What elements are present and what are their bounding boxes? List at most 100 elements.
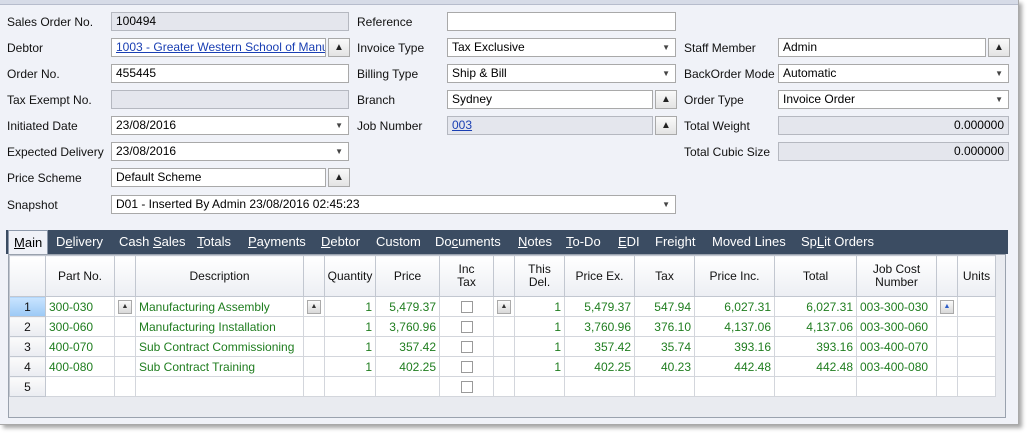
col-tax[interactable]: Tax — [634, 255, 695, 297]
tab-edi[interactable]: EDI — [618, 230, 640, 254]
tab-moved-lines[interactable]: Moved Lines — [712, 230, 786, 254]
inc-tax-checkbox[interactable] — [460, 381, 473, 394]
tab-totals[interactable]: Totals — [197, 230, 231, 254]
table-row[interactable]: 3 400-070 Sub Contract Commissioning 1 3… — [9, 336, 996, 357]
units-cell[interactable] — [957, 296, 996, 317]
staff-member-lookup-button[interactable]: ▲ — [988, 38, 1010, 57]
description-lookup-cell[interactable] — [303, 356, 325, 377]
quantity-cell[interactable] — [324, 376, 376, 397]
tab-payments[interactable]: Payments — [248, 230, 306, 254]
inc-tax-cell[interactable] — [439, 296, 494, 317]
quantity-cell[interactable]: 1 — [324, 296, 376, 317]
units-cell[interactable] — [957, 376, 996, 397]
description-lookup-cell[interactable] — [303, 316, 325, 337]
backorder-mode-select[interactable]: Automatic ▼ — [778, 64, 1009, 83]
billing-type-select[interactable]: Ship & Bill ▼ — [447, 64, 676, 83]
this-del-cell[interactable] — [514, 376, 565, 397]
job-cost-number-cell[interactable] — [856, 376, 937, 397]
invoice-type-select[interactable]: Tax Exclusive ▼ — [447, 38, 676, 57]
total-cell[interactable]: 4,137.06 — [774, 316, 857, 337]
inc-tax-checkbox[interactable] — [460, 341, 473, 354]
part-lookup-cell[interactable] — [114, 376, 136, 397]
total-cell[interactable] — [774, 376, 857, 397]
tab-documents[interactable]: Documents — [435, 230, 501, 254]
snapshot-select[interactable]: D01 - Inserted By Admin 23/08/2016 02:45… — [111, 195, 676, 214]
col-description[interactable]: Description — [135, 255, 304, 297]
job-lookup-cell[interactable] — [936, 376, 958, 397]
row-number[interactable]: 2 — [9, 316, 46, 337]
units-cell[interactable] — [957, 316, 996, 337]
part-lookup-cell[interactable] — [114, 336, 136, 357]
row-number[interactable]: 1 — [9, 296, 46, 317]
price-inc-cell[interactable]: 6,027.31 — [694, 296, 775, 317]
expected-delivery-picker[interactable]: 23/08/2016 ▼ — [111, 142, 349, 161]
tab-split-orders[interactable]: SpLit Orders — [801, 230, 874, 254]
job-cost-number-cell[interactable]: 003-400-080 — [856, 356, 937, 377]
price-ex-cell[interactable]: 3,760.96 — [564, 316, 635, 337]
inc-tax-cell[interactable] — [439, 356, 494, 377]
price-scheme-lookup-button[interactable]: ▲ — [328, 168, 350, 187]
units-cell[interactable] — [957, 336, 996, 357]
staff-member-field[interactable]: Admin — [778, 38, 986, 57]
col-price-inc[interactable]: Price Inc. — [694, 255, 775, 297]
order-type-select[interactable]: Invoice Order ▼ — [778, 90, 1009, 109]
this-del-lookup-cell[interactable] — [493, 376, 515, 397]
price-inc-cell[interactable]: 442.48 — [694, 356, 775, 377]
this-del-lookup-cell[interactable] — [493, 356, 515, 377]
total-cell[interactable]: 6,027.31 — [774, 296, 857, 317]
this-del-cell[interactable]: 1 — [514, 356, 565, 377]
table-row[interactable]: 4 400-080 Sub Contract Training 1 402.25… — [9, 356, 996, 377]
description-lookup-cell[interactable] — [303, 336, 325, 357]
part-no-cell[interactable]: 300-060 — [45, 316, 115, 337]
price-cell[interactable] — [375, 376, 440, 397]
description-cell[interactable] — [135, 376, 304, 397]
price-ex-cell[interactable] — [564, 376, 635, 397]
tab-notes[interactable]: Notes — [518, 230, 552, 254]
debtor-lookup-button[interactable]: ▲ — [328, 38, 350, 57]
job-number-lookup-button[interactable]: ▲ — [655, 116, 677, 135]
tab-freight[interactable]: Freight — [655, 230, 695, 254]
price-ex-cell[interactable]: 5,479.37 — [564, 296, 635, 317]
chevron-up-icon[interactable]: ▲ — [940, 299, 954, 314]
col-price[interactable]: Price — [375, 255, 440, 297]
price-cell[interactable]: 357.42 — [375, 336, 440, 357]
inc-tax-cell[interactable] — [439, 376, 494, 397]
chevron-up-icon[interactable]: ▲ — [118, 299, 132, 314]
quantity-cell[interactable]: 1 — [324, 356, 376, 377]
job-lookup-cell[interactable] — [936, 356, 958, 377]
description-cell[interactable]: Manufacturing Installation — [135, 316, 304, 337]
description-lookup-cell[interactable]: ▲ — [303, 296, 325, 317]
chevron-up-icon[interactable]: ▲ — [307, 299, 321, 314]
this-del-lookup-cell[interactable] — [493, 336, 515, 357]
col-inc-tax[interactable]: Inc Tax — [439, 255, 494, 297]
price-ex-cell[interactable]: 357.42 — [564, 336, 635, 357]
description-lookup-cell[interactable] — [303, 376, 325, 397]
price-inc-cell[interactable]: 4,137.06 — [694, 316, 775, 337]
inc-tax-cell[interactable] — [439, 336, 494, 357]
tax-cell[interactable]: 547.94 — [634, 296, 695, 317]
tax-cell[interactable]: 376.10 — [634, 316, 695, 337]
select-all-corner[interactable] — [9, 255, 46, 297]
table-row[interactable]: 2 300-060 Manufacturing Installation 1 3… — [9, 316, 996, 337]
tax-exempt-no-field[interactable] — [111, 90, 349, 109]
part-lookup-cell[interactable]: ▲ — [114, 296, 136, 317]
inc-tax-checkbox[interactable] — [460, 321, 473, 334]
description-cell[interactable]: Manufacturing Assembly — [135, 296, 304, 317]
col-units[interactable]: Units — [957, 255, 996, 297]
this-del-cell[interactable]: 1 — [514, 296, 565, 317]
job-cost-number-cell[interactable]: 003-300-030 — [856, 296, 937, 317]
job-cost-number-cell[interactable]: 003-300-060 — [856, 316, 937, 337]
row-number[interactable]: 5 — [9, 376, 46, 397]
tax-cell[interactable]: 35.74 — [634, 336, 695, 357]
this-del-cell[interactable]: 1 — [514, 316, 565, 337]
inc-tax-cell[interactable] — [439, 316, 494, 337]
total-cell[interactable]: 393.16 — [774, 336, 857, 357]
col-price-ex[interactable]: Price Ex. — [564, 255, 635, 297]
description-cell[interactable]: Sub Contract Training — [135, 356, 304, 377]
quantity-cell[interactable]: 1 — [324, 316, 376, 337]
part-no-cell[interactable]: 300-030 — [45, 296, 115, 317]
part-lookup-cell[interactable] — [114, 316, 136, 337]
tab-cash-sales[interactable]: Cash Sales — [119, 230, 186, 254]
quantity-cell[interactable]: 1 — [324, 336, 376, 357]
description-cell[interactable]: Sub Contract Commissioning — [135, 336, 304, 357]
